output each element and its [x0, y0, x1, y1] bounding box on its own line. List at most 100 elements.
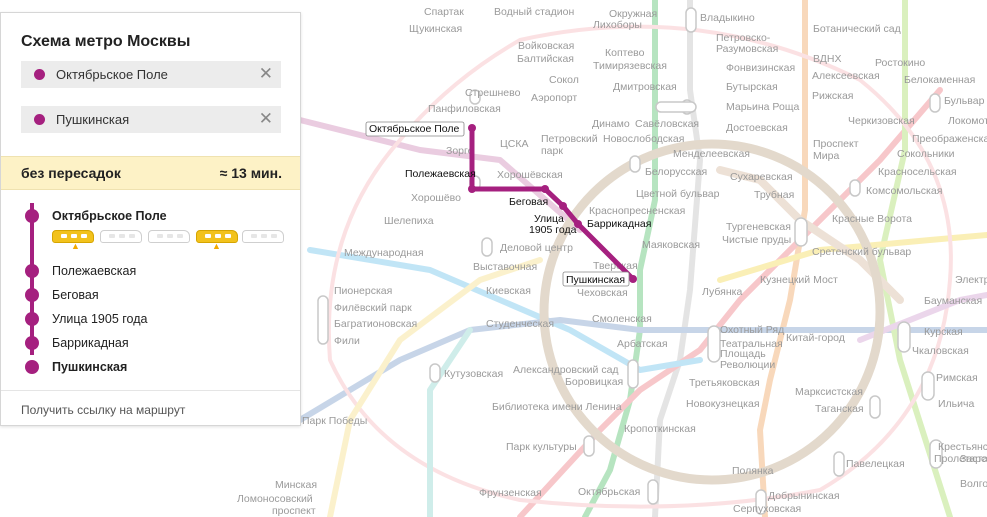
station-marker — [629, 155, 641, 173]
station-label: Кропоткинская — [624, 423, 696, 435]
station-dot-icon — [25, 288, 39, 302]
station-label: Чистые пруды — [722, 234, 791, 246]
station-label: Студенческая — [486, 318, 554, 330]
station-label: Белокаменная — [904, 74, 975, 86]
station-label: Революции — [720, 359, 775, 371]
to-station-value: Пушкинская — [56, 112, 130, 127]
station-label: Фонвизинская — [726, 62, 795, 74]
station-marker — [429, 363, 441, 383]
station-label: Сокол — [549, 74, 579, 86]
stop-name: Октябрьское Поле — [52, 209, 167, 223]
station-label: Войковская — [518, 40, 574, 52]
callout-ulitsa-2: 1905 года — [529, 224, 577, 236]
close-icon[interactable]: ✕ — [259, 109, 273, 129]
station-label: Рижская — [812, 90, 854, 102]
station-marker — [685, 7, 697, 33]
station-label: Серпуховская — [733, 503, 801, 515]
station-dot-icon — [25, 264, 39, 278]
up-arrow-icon: ▲ — [212, 241, 221, 251]
close-icon[interactable]: ✕ — [259, 64, 273, 84]
travel-time: ≈ 13 мин. — [219, 165, 282, 181]
station-marker — [317, 295, 329, 345]
station-label: Минская — [275, 479, 317, 491]
station-label: Сокольники — [897, 148, 955, 160]
station-label: Достоевская — [726, 122, 788, 134]
station-label: Боровицкая — [565, 376, 623, 388]
station-label: парк — [541, 145, 563, 157]
station-label: Балтийская — [517, 53, 574, 65]
station-label: Владыкино — [700, 12, 755, 24]
station-label: Трубная — [754, 189, 794, 201]
station-label: Дмитровская — [613, 81, 677, 93]
route-line — [30, 203, 34, 355]
callout-polezhaevskaya: Полежаевская — [405, 168, 476, 180]
station-label: Ильича — [938, 398, 974, 410]
train-position: ▲ ▲ — [52, 227, 284, 251]
station-dot-icon — [25, 209, 39, 223]
to-station-field[interactable]: Пушкинская ✕ — [21, 106, 281, 133]
station-label: Бутырская — [726, 81, 778, 93]
transfers-info: без пересадок — [21, 165, 121, 181]
station-label: Цветной бульвар — [636, 188, 720, 200]
station-label: Шелепиха — [384, 215, 434, 227]
station-marker — [655, 101, 697, 113]
station-label: Чеховская — [577, 287, 628, 299]
station-marker — [849, 179, 861, 197]
station-dot-icon — [25, 360, 39, 374]
station-marker — [583, 435, 595, 457]
station-label: Смоленская — [592, 313, 652, 325]
station-label: Краснопресненская — [589, 205, 685, 217]
line-bolshaya — [427, 327, 473, 517]
station-label: Разумовская — [716, 43, 778, 55]
station-label: Курская — [924, 326, 963, 338]
station-label: Киевская — [486, 285, 531, 297]
station-label: Павелецкая — [846, 458, 905, 470]
station-label: Преображенская — [912, 133, 987, 145]
station-label: Менделеевская — [673, 148, 750, 160]
station-marker — [707, 325, 721, 363]
station-label: Стрешнево — [465, 87, 521, 99]
station-label: Тимирязевская — [593, 60, 667, 72]
station-label: Бульвар — [944, 95, 985, 107]
station-label: Хорошёвская — [497, 169, 563, 181]
station-label: Добрынинская — [768, 490, 840, 502]
station-label: Библиотека имени Ленина — [492, 401, 622, 413]
station-label: Петровский — [541, 133, 598, 145]
panel-title: Схема метро Москвы — [21, 33, 191, 50]
station-label: Лубянка — [702, 286, 742, 298]
station-dot-icon — [34, 114, 45, 125]
station-marker — [869, 395, 881, 419]
station-label: Арбатская — [617, 338, 668, 350]
station-label: Третьяковская — [689, 377, 760, 389]
station-label: Спартак — [424, 6, 464, 18]
station-label: Александровский сад — [513, 364, 619, 376]
callout-barrikadnaya: Баррикадная — [587, 218, 651, 230]
train-car-icon — [148, 230, 190, 243]
map-station-ulitsa1905 — [559, 202, 567, 210]
from-station-field[interactable]: Октябрьское Поле ✕ — [21, 61, 281, 88]
station-label: Волгоградский — [960, 478, 987, 490]
station-label: проспект — [272, 505, 316, 517]
station-label: ВДНХ — [813, 53, 841, 65]
station-marker — [929, 93, 941, 113]
station-dot-icon — [25, 312, 39, 326]
station-label: Алексеевская — [812, 70, 880, 82]
station-label: Пионерская — [334, 285, 392, 297]
train-car-icon — [100, 230, 142, 243]
station-label: Чкаловская — [912, 345, 969, 357]
station-label: Электрозаводская — [955, 274, 987, 286]
stop-name: Беговая — [52, 288, 99, 302]
route-link[interactable]: Получить ссылку на маршрут — [21, 403, 185, 417]
station-marker — [794, 217, 808, 247]
station-label: Мира — [813, 150, 839, 162]
stop-name: Полежаевская — [52, 264, 137, 278]
route-panel: Схема метро Москвы Октябрьское Поле ✕ Пу… — [0, 12, 301, 426]
station-label: Аэропорт — [531, 92, 577, 104]
station-label: Филёвский парк — [334, 302, 412, 314]
stop-name: Баррикадная — [52, 336, 129, 350]
station-label: Водный стадион — [494, 6, 574, 18]
station-label: Марьина Роща — [726, 101, 799, 113]
map-station-begovaya — [541, 185, 549, 193]
station-label: Черкизовская — [848, 115, 915, 127]
station-label: Фили — [334, 335, 360, 347]
